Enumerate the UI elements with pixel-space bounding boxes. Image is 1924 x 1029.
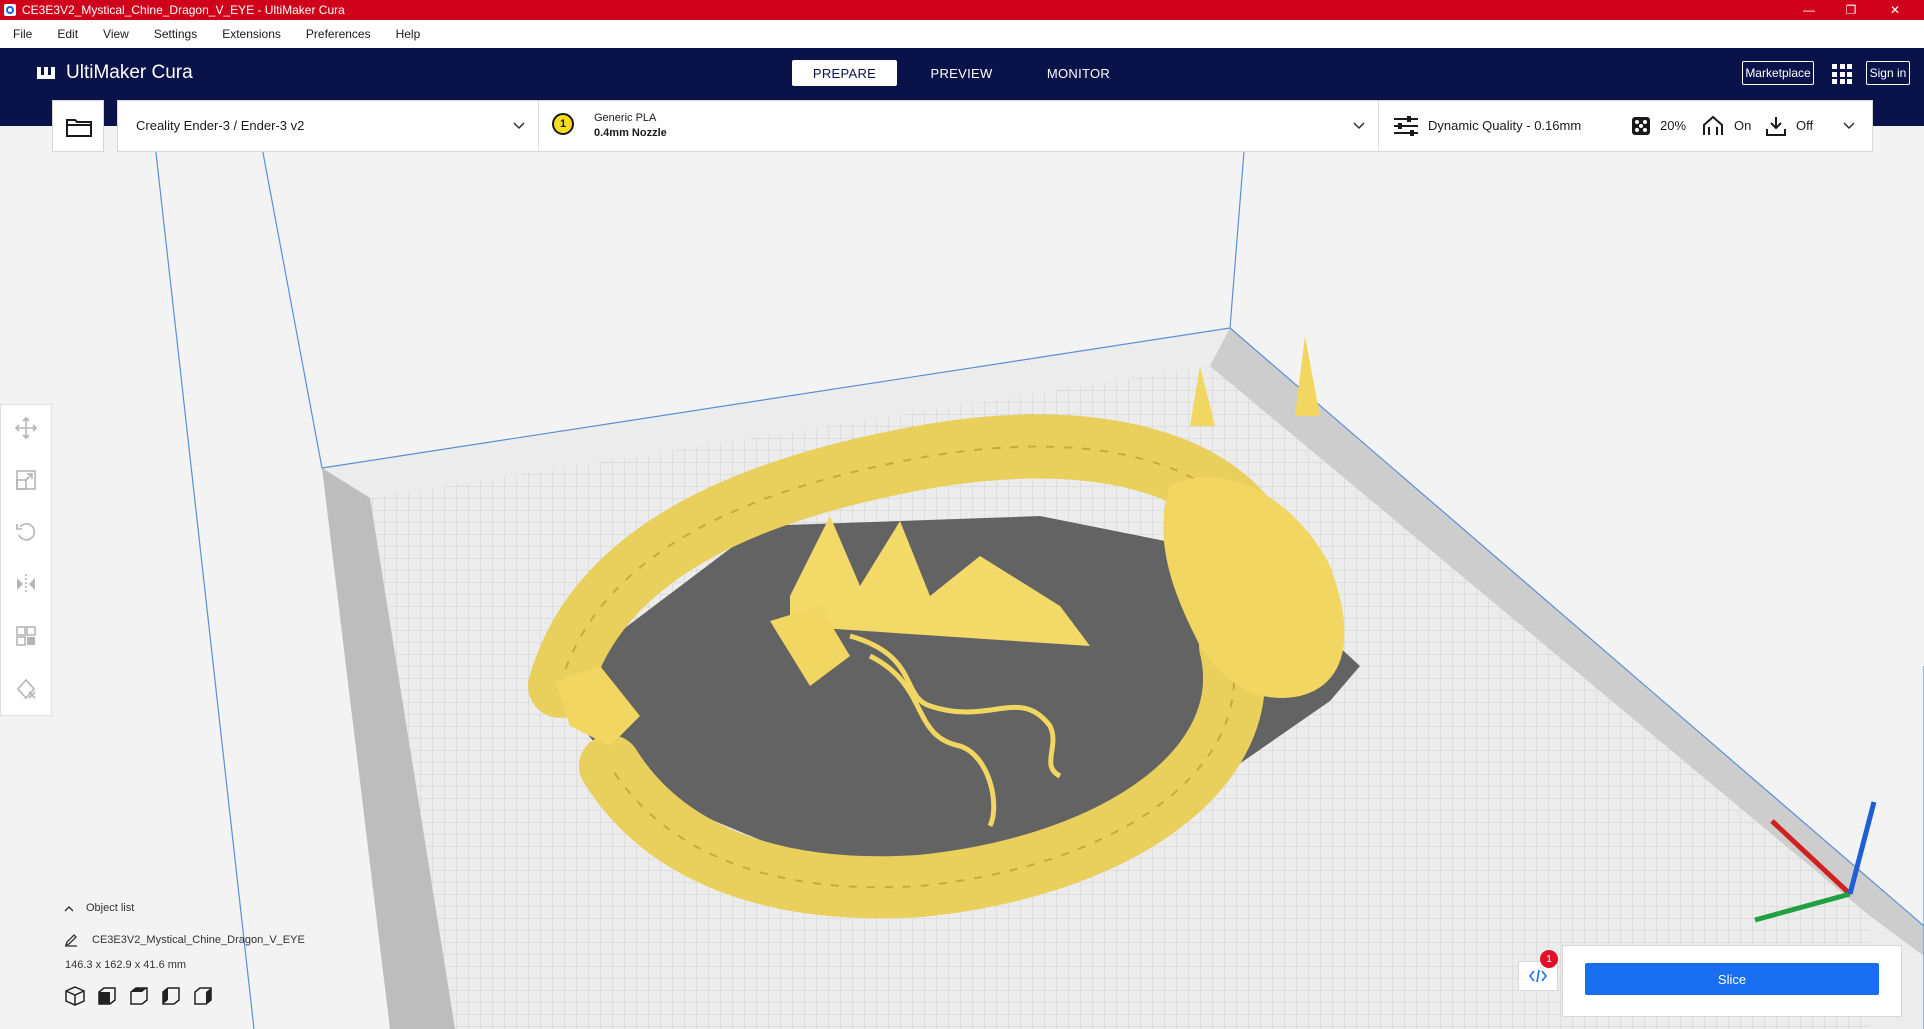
marketplace-button[interactable]: Marketplace [1742, 61, 1814, 85]
printer-selector[interactable]: Creality Ender-3 / Ender-3 v2 [118, 101, 539, 151]
object-list-header: Object list [86, 902, 135, 914]
slice-button[interactable]: Slice [1585, 963, 1879, 995]
menu-help[interactable]: Help [396, 27, 421, 41]
brand-name: UltiMaker Cura [66, 62, 193, 83]
print-settings-selector[interactable]: Dynamic Quality - 0.16mm 20% On Off [1378, 101, 1872, 151]
window-title: CE3E3V2_Mystical_Chine_Dragon_V_EYE - Ul… [22, 3, 345, 17]
slice-panel: Slice [1562, 945, 1902, 1017]
material-name: Generic PLA [594, 112, 657, 124]
nozzle-size: 0.4mm Nozzle [594, 127, 667, 139]
rotate-icon [16, 523, 36, 541]
tab-prepare[interactable]: PREPARE [792, 60, 897, 86]
object-list-toggle[interactable]: Object list [64, 902, 305, 914]
tab-preview[interactable]: PREVIEW [909, 60, 1014, 86]
object-dimensions: 146.3 x 162.9 x 41.6 mm [65, 959, 187, 971]
quality-profile: Dynamic Quality - 0.16mm [1428, 118, 1582, 133]
rotate-tool[interactable] [13, 519, 39, 545]
folder-icon [66, 119, 92, 137]
support-value: On [1734, 118, 1752, 133]
tab-monitor[interactable]: MONITOR [1026, 60, 1131, 86]
object-name: CE3E3V2_Mystical_Chine_Dragon_V_EYE [92, 934, 305, 946]
support-blocker-tool[interactable] [13, 675, 39, 701]
window-titlebar: CE3E3V2_Mystical_Chine_Dragon_V_EYE - Ul… [0, 0, 1924, 20]
view-left-icon[interactable] [160, 985, 182, 1007]
infill-value: 20% [1660, 118, 1687, 133]
close-button[interactable]: ✕ [1872, 0, 1918, 20]
adhesion-icon [1766, 117, 1786, 136]
view-top-icon[interactable] [128, 985, 150, 1007]
notification-badge: 1 [1540, 950, 1558, 968]
chevron-up-icon [64, 905, 74, 911]
object-list-item[interactable]: CE3E3V2_Mystical_Chine_Dragon_V_EYE [64, 933, 305, 947]
menu-bar: File Edit View Settings Extensions Prefe… [0, 20, 1924, 48]
menu-view[interactable]: View [103, 27, 129, 41]
mirror-icon [17, 574, 35, 594]
printer-name: Creality Ender-3 / Ender-3 v2 [136, 118, 305, 133]
mirror-tool[interactable] [13, 571, 39, 597]
view-front-icon[interactable] [96, 985, 118, 1007]
support-icon [1703, 115, 1723, 135]
settings-sliders-icon [1394, 116, 1418, 136]
volume-edge [152, 126, 255, 1029]
chevron-down-icon [513, 122, 525, 130]
per-model-settings-icon [16, 626, 36, 646]
scale-icon [16, 470, 36, 490]
move-icon [15, 417, 37, 439]
per-model-settings-tool[interactable] [13, 623, 39, 649]
apps-grid-icon[interactable] [1832, 64, 1852, 84]
print-setup-bar: Creality Ender-3 / Ender-3 v2 1 Generic … [117, 100, 1873, 152]
chevron-down-icon [1843, 122, 1855, 130]
support-blocker-icon [16, 678, 36, 699]
ultimaker-logo-icon [37, 67, 55, 79]
object-list-panel: Object list CE3E3V2_Mystical_Chine_Drago… [64, 902, 305, 1007]
sign-in-button[interactable]: Sign in [1866, 61, 1910, 85]
volume-edge [257, 126, 323, 469]
menu-preferences[interactable]: Preferences [306, 27, 371, 41]
build-volume-viewport[interactable] [0, 126, 1924, 1029]
view-right-icon[interactable] [192, 985, 214, 1007]
code-icon [1529, 969, 1547, 983]
material-selector[interactable]: 1 Generic PLA 0.4mm Nozzle [538, 101, 1379, 151]
view-3d-icon[interactable] [64, 985, 86, 1007]
extruder-badge: 1 [552, 113, 574, 135]
open-file-button[interactable] [52, 100, 104, 152]
adhesion-value: Off [1796, 118, 1814, 133]
chevron-down-icon [1353, 122, 1365, 130]
menu-edit[interactable]: Edit [57, 27, 78, 41]
menu-settings[interactable]: Settings [154, 27, 197, 41]
pencil-icon [64, 934, 77, 947]
view-buttons [64, 985, 305, 1007]
minimize-button[interactable]: — [1786, 0, 1832, 20]
stage-tabs: PREPARE PREVIEW MONITOR [792, 60, 1143, 86]
cura-app-icon [4, 4, 16, 16]
move-tool[interactable] [13, 415, 39, 441]
infill-icon [1632, 117, 1650, 135]
brand-logo: UltiMaker Cura [36, 62, 193, 84]
restore-button[interactable]: ❐ [1828, 0, 1874, 20]
menu-extensions[interactable]: Extensions [222, 27, 281, 41]
menu-file[interactable]: File [13, 27, 32, 41]
tool-panel [0, 404, 52, 716]
scale-tool[interactable] [13, 467, 39, 493]
volume-edge [1229, 126, 1247, 329]
